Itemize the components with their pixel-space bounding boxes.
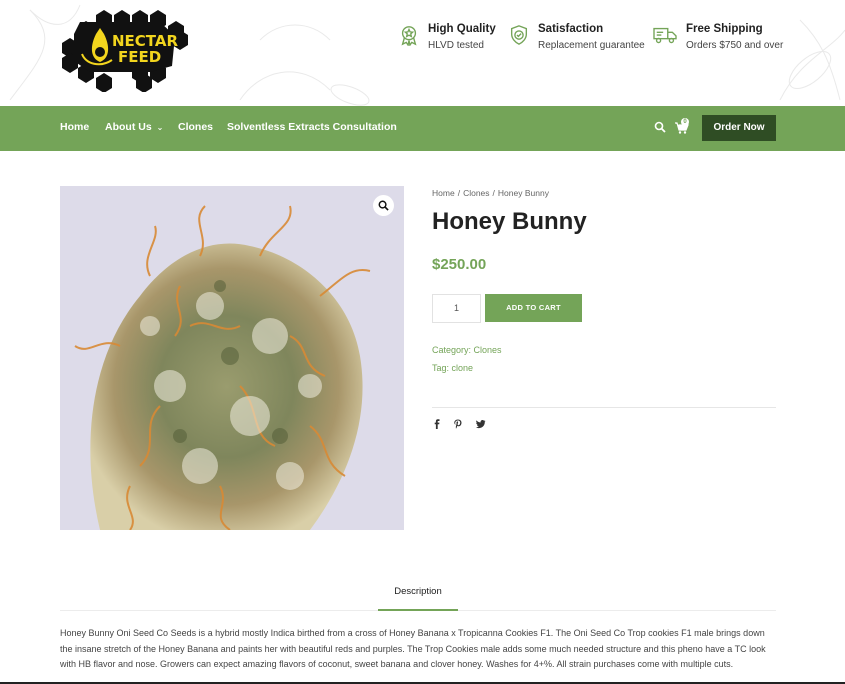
truck-icon bbox=[653, 27, 677, 44]
cart-count-badge: 0 bbox=[681, 118, 689, 126]
feature-free-shipping: Free Shipping Orders $750 and over bbox=[652, 22, 783, 53]
nectar-feed-logo[interactable]: NECTAR FEED bbox=[60, 6, 195, 92]
product-title: Honey Bunny bbox=[432, 208, 587, 235]
category-label: Category: bbox=[432, 345, 472, 355]
product-description: Honey Bunny Oni Seed Co Seeds is a hybri… bbox=[60, 628, 766, 669]
order-now-button[interactable]: Order Now bbox=[702, 115, 776, 141]
product-photo-bud bbox=[60, 186, 404, 530]
feature-title: Free Shipping bbox=[686, 23, 763, 35]
feature-subtitle: Replacement guarantee bbox=[538, 40, 645, 51]
shield-check-icon bbox=[510, 25, 528, 45]
tab-description[interactable]: Description bbox=[378, 586, 458, 597]
tag-link[interactable]: clone bbox=[452, 363, 474, 373]
product-image[interactable] bbox=[60, 186, 404, 530]
breadcrumb-home[interactable]: Home bbox=[432, 188, 455, 198]
logo-text-line2: FEED bbox=[118, 48, 161, 66]
product-tag: Tag: clone bbox=[432, 363, 473, 373]
feature-title: Satisfaction bbox=[538, 23, 604, 35]
active-tab-indicator bbox=[378, 609, 458, 611]
feature-title: High Quality bbox=[428, 23, 496, 35]
site-header: NECTAR FEED High Quality HLVD tested Sat… bbox=[0, 0, 845, 106]
chevron-down-icon: ⌄ bbox=[156, 123, 164, 132]
breadcrumb-clones[interactable]: Clones bbox=[463, 188, 489, 198]
twitter-icon[interactable] bbox=[476, 419, 486, 429]
product-price: $250.00 bbox=[432, 256, 487, 273]
magnifier-icon bbox=[378, 200, 389, 211]
feature-high-quality: High Quality HLVD tested bbox=[398, 22, 496, 53]
divider bbox=[432, 407, 776, 408]
add-to-cart-button[interactable]: ADD TO CART bbox=[485, 294, 582, 322]
search-icon[interactable] bbox=[654, 121, 666, 133]
nav-item-solventless-consultation[interactable]: Solventless Extracts Consultation bbox=[227, 121, 397, 133]
breadcrumb-current: Honey Bunny bbox=[497, 188, 549, 198]
nav-item-label: About Us bbox=[105, 121, 152, 133]
nav-item-clones[interactable]: Clones bbox=[178, 121, 213, 133]
nav-item-home[interactable]: Home bbox=[60, 121, 89, 133]
quantity-input[interactable]: 1 bbox=[432, 294, 481, 323]
product-category: Category: Clones bbox=[432, 345, 502, 355]
category-link[interactable]: Clones bbox=[474, 345, 502, 355]
zoom-button[interactable] bbox=[373, 195, 394, 216]
pinterest-icon[interactable] bbox=[453, 419, 463, 429]
feature-subtitle: Orders $750 and over bbox=[686, 40, 784, 51]
breadcrumb: Home / Clones / Honey Bunny bbox=[432, 188, 549, 198]
feature-subtitle: HLVD tested bbox=[428, 40, 484, 51]
tag-label: Tag: bbox=[432, 363, 450, 373]
feature-satisfaction: Satisfaction Replacement guarantee bbox=[508, 22, 645, 53]
facebook-icon[interactable] bbox=[432, 419, 442, 429]
nav-item-about-us[interactable]: About Us ⌄ bbox=[105, 121, 163, 133]
quality-badge-icon bbox=[401, 26, 417, 46]
